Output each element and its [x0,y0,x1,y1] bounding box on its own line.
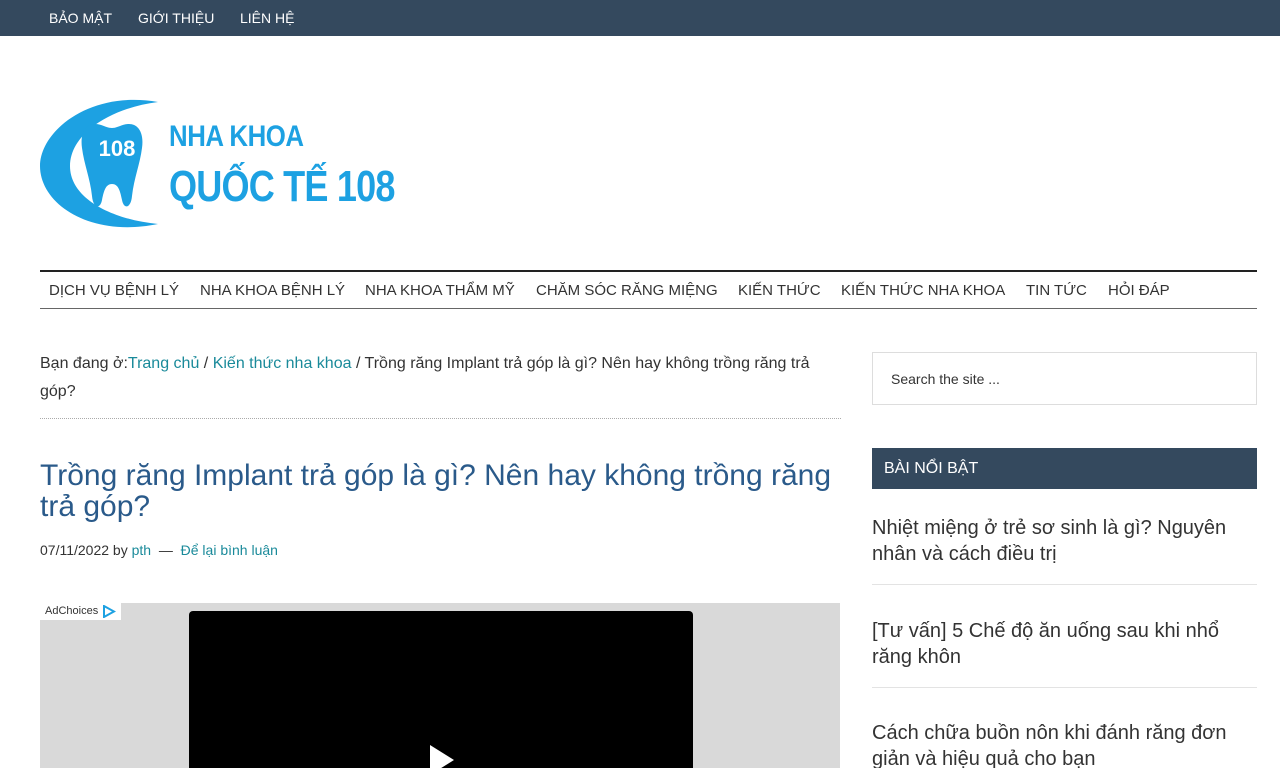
breadcrumb-separator: / [351,355,365,372]
adchoices-icon [103,605,117,618]
nav-item-nha-khoa-tham-my[interactable]: NHA KHOA THẨM MỸ [365,272,515,309]
post-date: 07/11/2022 [40,542,110,558]
post-title: Trồng răng Implant trả góp là gì? Nên ha… [40,459,832,523]
topbar-link-contact[interactable]: LIÊN HỆ [240,0,294,36]
nav-item-hoi-dap[interactable]: HỎI ĐÁP [1108,272,1170,309]
featured-divider [872,687,1257,688]
featured-post-link[interactable]: [Tư vấn] 5 Chế độ ăn uống sau khi nhổ ră… [872,618,1257,670]
featured-post-link[interactable]: Cách chữa buồn nôn khi đánh răng đơn giả… [872,720,1257,768]
breadcrumb-category-link[interactable]: Kiến thức nha khoa [213,355,352,372]
nav-item-kien-thuc-nha-khoa[interactable]: KIẾN THỨC NHA KHOA [841,272,1005,309]
logo-badge-text: 108 [99,136,136,161]
video-player[interactable] [189,611,693,768]
post-comment-link[interactable]: Để lại bình luận [181,542,278,558]
nav-item-tin-tuc[interactable]: TIN TỨC [1026,272,1087,309]
topbar-link-about[interactable]: GIỚI THIỆU [138,0,214,36]
post-by: by [112,542,128,558]
nav-item-cham-soc-rang-mieng[interactable]: CHĂM SÓC RĂNG MIỆNG [536,272,718,309]
topbar-link-privacy[interactable]: BẢO MẬT [49,0,112,36]
featured-divider [872,584,1257,585]
site-logo[interactable]: 108 NHA KHOA QUỐC TẾ 108 [40,96,395,236]
post-meta: 07/11/2022 by pth — Để lại bình luận [40,540,278,560]
featured-post-link[interactable]: Nhiệt miệng ở trẻ sơ sinh là gì? Nguyên … [872,515,1257,567]
search-input[interactable] [872,352,1257,405]
breadcrumb-home-link[interactable]: Trang chủ [128,355,199,372]
meta-dash: — [158,542,173,558]
nav-item-dich-vu-benh-ly[interactable]: DỊCH VỤ BỆNH LÝ [49,272,179,309]
breadcrumb-prefix: Bạn đang ở: [40,355,128,372]
post-author-link[interactable]: pth [132,542,151,558]
play-icon[interactable] [430,745,454,768]
tooth-logo-icon: 108 [40,99,158,228]
adchoices-label: AdChoices [45,605,99,617]
nav-item-kien-thuc[interactable]: KIẾN THỨC [738,272,821,309]
nav-item-nha-khoa-benh-ly[interactable]: NHA KHOA BỆNH LÝ [200,272,345,309]
logo-line2: QUỐC TẾ 108 [169,162,395,211]
ad-container[interactable]: AdChoices [40,603,840,768]
logo-line1: NHA KHOA [169,120,304,153]
featured-widget-title: BÀI NỔI BẬT [872,448,1257,489]
top-bar: BẢO MẬT GIỚI THIỆU LIÊN HỆ [0,0,1280,36]
main-nav: DỊCH VỤ BỆNH LÝ NHA KHOA BỆNH LÝ NHA KHO… [40,270,1257,309]
breadcrumb-separator: / [199,355,213,372]
adchoices-badge[interactable]: AdChoices [40,603,122,620]
breadcrumb: Bạn đang ở:Trang chủ / Kiến thức nha kho… [40,350,841,419]
